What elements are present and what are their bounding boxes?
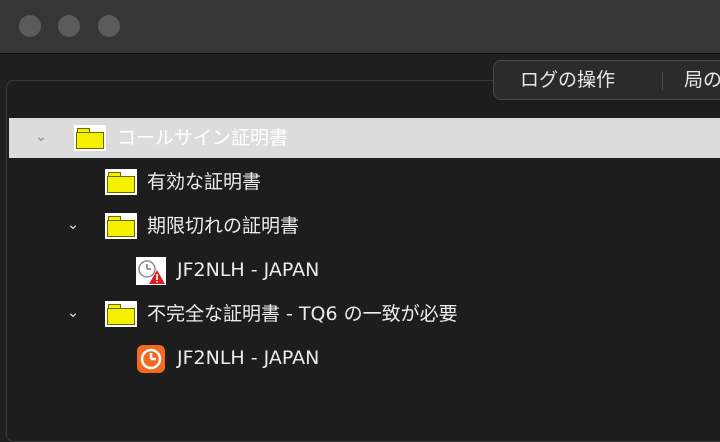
tree-row-incomplete-certificates[interactable]: ⌄ 不完全な証明書 - TQ6 の一致が必要: [9, 294, 720, 334]
tree-item-label: 不完全な証明書 - TQ6 の一致が必要: [147, 303, 458, 325]
tab-separator: [662, 72, 663, 90]
chevron-down-icon[interactable]: ⌄: [65, 216, 81, 232]
tree-row-incomplete-certificate-jf2nlh[interactable]: JF2NLH - JAPAN: [9, 338, 720, 378]
tree-row-expired-certificates[interactable]: ⌄ 期限切れの証明書: [9, 206, 720, 246]
tree-item-label: JF2NLH - JAPAN: [177, 347, 320, 369]
folder-icon: [105, 301, 137, 327]
folder-icon: [105, 213, 137, 239]
chevron-down-icon[interactable]: ⌄: [65, 304, 81, 320]
tree-row-valid-certificates[interactable]: 有効な証明書: [9, 162, 720, 202]
zoom-window-button[interactable]: [98, 15, 120, 37]
folder-icon: [105, 169, 137, 195]
close-window-button[interactable]: [19, 15, 41, 37]
tree-item-label: JF2NLH - JAPAN: [177, 259, 320, 281]
main-content: ログの操作 局の ⌄ コールサイン証明書 有効な証明書 ⌄ 期限切れの証明書 J…: [0, 54, 720, 442]
tree-item-label: 期限切れの証明書: [147, 215, 300, 237]
folder-icon: [74, 125, 106, 151]
tab-station[interactable]: 局の: [684, 61, 720, 99]
clock-icon: [137, 345, 165, 373]
chevron-down-icon[interactable]: ⌄: [33, 128, 49, 144]
tree-row-expired-certificate-jf2nlh[interactable]: JF2NLH - JAPAN: [9, 250, 720, 290]
tab-bar: ログの操作 局の: [493, 60, 720, 100]
tab-log-operations[interactable]: ログの操作: [520, 61, 615, 99]
certificate-warning-icon: [136, 257, 166, 285]
window-titlebar: [0, 0, 720, 54]
tree-item-label: コールサイン証明書: [117, 127, 289, 149]
tree-row-callsign-certificates[interactable]: ⌄ コールサイン証明書: [9, 118, 720, 158]
minimize-window-button[interactable]: [58, 15, 80, 37]
tree-item-label: 有効な証明書: [147, 171, 262, 193]
